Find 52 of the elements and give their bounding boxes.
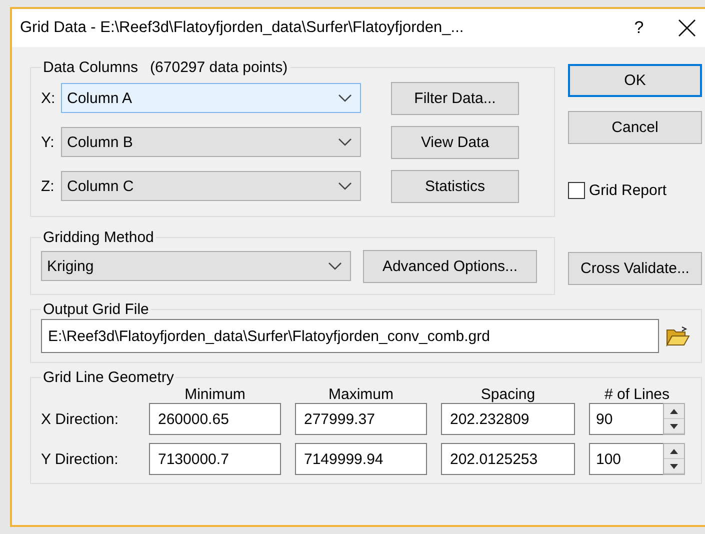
- column-header: Minimum: [184, 386, 246, 403]
- cross-validate-button[interactable]: Cross Validate...: [568, 252, 702, 285]
- down-arrow-icon: [670, 424, 678, 428]
- minimum-field[interactable]: 7130000.7: [149, 443, 281, 475]
- data-button[interactable]: Filter Data...: [391, 82, 519, 114]
- column-header: Maximum: [327, 386, 394, 403]
- spacing-field[interactable]: 202.232809: [441, 403, 575, 435]
- column-dropdown[interactable]: Column C: [61, 171, 361, 201]
- checkbox-label: Grid Report: [589, 182, 667, 199]
- lines-field[interactable]: 100: [589, 443, 663, 475]
- spacing-field[interactable]: 202.0125253: [441, 443, 575, 475]
- group-title: Grid Line Geometry: [42, 369, 175, 386]
- up-arrow-icon: [670, 408, 678, 414]
- axis-label: Z:: [41, 178, 56, 194]
- chevron-down-icon: [328, 262, 342, 270]
- up-arrow-icon: [670, 448, 678, 454]
- data-button[interactable]: Statistics: [391, 170, 519, 202]
- maximum-field[interactable]: 277999.37: [295, 403, 427, 435]
- close-icon: [678, 19, 696, 37]
- axis-label: X:: [41, 90, 56, 106]
- chevron-down-icon: [338, 138, 352, 146]
- column-header: # of Lines: [603, 386, 671, 403]
- spin-up-button[interactable]: [664, 404, 684, 419]
- group-title: Output Grid File: [42, 301, 150, 318]
- advanced-options-button[interactable]: Advanced Options...: [363, 250, 537, 282]
- column-header: Spacing: [480, 386, 536, 403]
- folder-icon[interactable]: [665, 325, 691, 347]
- data-point-count: (670297 data points): [150, 59, 288, 76]
- direction-label: Y Direction:: [41, 450, 120, 468]
- dialog-button[interactable]: Cancel: [568, 111, 702, 144]
- file-path-field[interactable]: E:\Reef3d\Flatoyfjorden_data\Surfer\Flatoyfjorden_conv_comb.grd: [41, 319, 659, 353]
- column-dropdown[interactable]: Column A: [61, 83, 361, 113]
- method-dropdown[interactable]: Kriging: [41, 251, 351, 281]
- window-title: Grid Data - E:\Reef3d\Flatoyfjorden_data\Surfer\Flatoyfjorden_...: [20, 19, 465, 37]
- column-dropdown[interactable]: Column B: [61, 127, 361, 157]
- axis-label: Y:: [41, 134, 56, 150]
- data-button[interactable]: View Data: [391, 126, 519, 158]
- maximum-field[interactable]: 7149999.94: [295, 443, 427, 475]
- minimum-field[interactable]: 260000.65: [149, 403, 281, 435]
- group-title: Data Columns: [43, 59, 138, 76]
- direction-label: X Direction:: [41, 410, 120, 428]
- down-arrow-icon: [670, 464, 678, 468]
- checkbox[interactable]: [568, 182, 585, 199]
- dialog-button[interactable]: OK: [568, 64, 702, 97]
- help-button[interactable]: ?: [614, 9, 664, 47]
- spin-up-button[interactable]: [664, 444, 684, 459]
- lines-field[interactable]: 90: [589, 403, 663, 435]
- group-title: Gridding Method: [42, 229, 155, 246]
- spin-down-button[interactable]: [664, 419, 684, 434]
- chevron-down-icon: [338, 94, 352, 102]
- spin-down-button[interactable]: [664, 459, 684, 474]
- chevron-down-icon: [338, 182, 352, 190]
